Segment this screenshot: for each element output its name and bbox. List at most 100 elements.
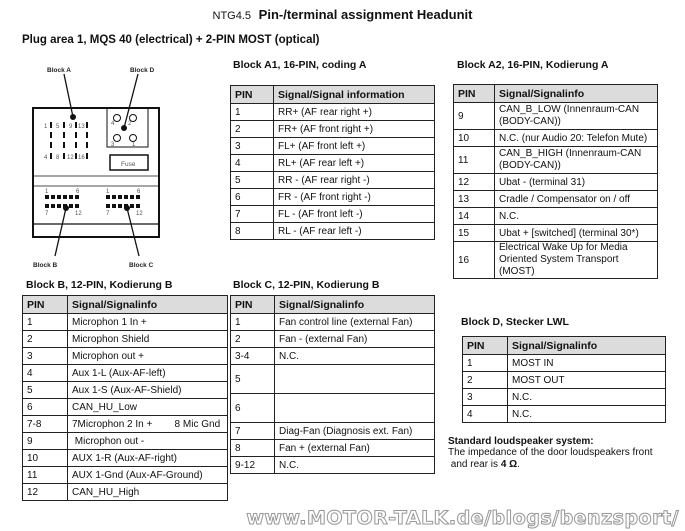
table-row: 3-4 N.C. [230,347,435,365]
table-row: 16 Electrical Wake Up for Media Oriented … [453,241,658,279]
signal-info: Aux 1-S (Aux-AF-Shield) [67,381,228,399]
table-row: 2 Fan - (external Fan) [230,330,435,348]
pin-number: 3-4 [230,347,275,365]
pin-number: 8 [230,439,275,457]
pin-number: 11 [22,466,68,484]
pin-number: 1 [230,313,275,331]
pin-number: 4 [22,364,68,382]
table-row: 7 Diag-Fan (Diagnosis ext. Fan) [230,422,435,440]
pin-number: 2 [230,330,275,348]
column-header: PIN [230,85,274,104]
document-title: NTG4.5 Pin-/terminal assignment Headunit [0,7,685,22]
table-row: 9 Microphon out - [22,432,228,450]
signal-info: CAN_B_LOW (Innenraum-CAN (BODY-CAN)) [494,102,658,130]
pin-number: 6 [230,188,274,206]
signal-info: Microphon 1 In + [67,313,228,331]
plug-area-subtitle: Plug area 1, MQS 40 (electrical) + 2-PIN… [22,34,320,46]
table-row: 11 AUX 1-Gnd (Aux-AF-Ground) [22,466,228,484]
pin-label: 4 [44,155,48,161]
block-d-label: Block D [130,67,155,74]
table-row: 5 Aux 1-S (Aux-AF-Shield) [22,381,228,399]
note-line-1: The impedance of the door loudspeakers f… [448,447,653,458]
pin-label: 12 [75,211,82,217]
table-row: 4 Aux 1-L (Aux-AF-left) [22,364,228,382]
pin-number: 7 [230,422,275,440]
signal-info: Microphon out + [67,347,228,365]
pin-label: 6 [76,189,80,195]
signal-info: Ubat + [switched] (terminal 30*) [494,224,658,242]
signal-info: FL - (AF front left -) [273,205,435,223]
table-row: 5 [230,364,435,394]
column-header: PIN [230,295,275,314]
table-row: 14 N.C. [453,207,658,225]
block-b-label: Block B [33,262,58,269]
pin-label: 1 [106,189,110,195]
note-line-2: and rear is 4 Ω. [448,459,653,471]
signal-info: Fan control line (external Fan) [274,313,435,331]
signal-info: Aux 1-L (Aux-AF-left) [67,364,228,382]
signal-info: CAN_B_HIGH (Innenraum-CAN (BODY-CAN)) [494,146,658,174]
block-d-title: Block D, Stecker LWL [461,316,569,328]
table-row: 3 FL+ (AF front left +) [230,137,435,155]
signal-info: N.C. [274,456,435,474]
pin-label: 4 [111,121,115,127]
signal-info: Microphon out - [67,432,228,450]
table-row: 7-8 7Microphon 2 In + 8 Mic Gnd [22,415,228,433]
pin-number: 13 [453,190,495,208]
table-row: 4 RL+ (AF rear left +) [230,154,435,172]
pin-label: 7 [106,211,110,217]
pin-number: 7 [230,205,274,223]
table-row: 3 N.C. [462,388,666,406]
table-row: 6 CAN_HU_Low [22,398,228,416]
pin-number: 10 [453,129,495,147]
table-row: 10 AUX 1-R (Aux-AF-right) [22,449,228,467]
table-row: 8 RL - (AF rear left -) [230,222,435,240]
pin-label: 7 [45,211,49,217]
note-heading: Standard loudspeaker system: [448,436,594,447]
block-a2-title: Block A2, 16-PIN, Kodierung A [457,59,609,71]
pin-label: 16 [78,155,85,161]
signal-info: FR - (AF front right -) [273,188,435,206]
pin-label: 1 [44,124,48,130]
column-header: Signal/Signalinfo [274,295,435,314]
table-row: 1 Fan control line (external Fan) [230,313,435,331]
note-line-2-suffix: . [517,459,520,470]
column-header: Signal/Signalinfo [507,336,666,355]
pin-number: 3 [462,388,508,406]
signal-info [274,364,435,394]
pin-number: 6 [22,398,68,416]
table-row: 2 MOST OUT [462,371,666,389]
table-row: 8 Fan + (external Fan) [230,439,435,457]
table-row: 7 FL - (AF front left -) [230,205,435,223]
pin-number: 5 [230,171,274,189]
pin-label: 12 [67,155,74,161]
block-a-label: Block A [47,67,71,74]
block-a1-title: Block A1, 16-PIN, coding A [233,59,367,71]
pin-label: 1 [45,189,49,195]
pin-label: 8 [56,155,60,161]
table-row: 1 RR+ (AF rear right +) [230,103,435,121]
pin-number: 15 [453,224,495,242]
table-row: 5 RR - (AF rear right -) [230,171,435,189]
column-header: PIN [453,84,495,103]
signal-info: N.C. (nur Audio 20: Telefon Mute) [494,129,658,147]
pin-number: 10 [22,449,68,467]
signal-info: 7Microphon 2 In + 8 Mic Gnd [67,415,228,433]
pin-label: 13 [78,124,85,130]
pin-number: 3 [22,347,68,365]
pin-number: 1 [230,103,274,121]
pin-number: 6 [230,393,275,423]
signal-info: N.C. [274,347,435,365]
pin-number: 4 [230,154,274,172]
table-row: 1 MOST IN [462,354,666,372]
connector-diagram: 1 5 9 13 4 8 12 16 4 2 3 1 1 6 7 12 1 6 … [32,67,160,269]
signal-info: RR+ (AF rear right +) [273,103,435,121]
signal-info: N.C. [507,388,666,406]
signal-info: RL+ (AF rear left +) [273,154,435,172]
table-row: 10 N.C. (nur Audio 20: Telefon Mute) [453,129,658,147]
signal-info: MOST IN [507,354,666,372]
signal-info: Cradle / Compensator on / off [494,190,658,208]
block-c-label: Block C [129,262,154,269]
block-d-table: PIN Signal/Signalinfo 1 MOST IN 2 MOST OUT… [462,336,666,423]
table-row: 9-12 N.C. [230,456,435,474]
